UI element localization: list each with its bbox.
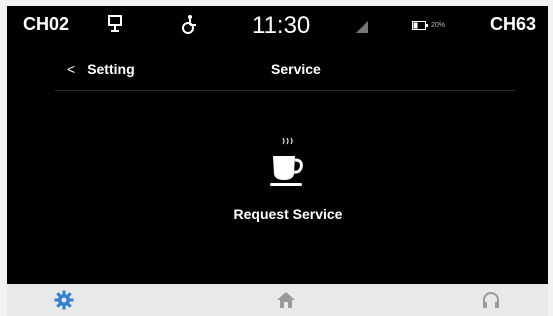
bottom-nav: [7, 284, 548, 316]
back-label: Setting: [87, 61, 135, 77]
clock: 11:30: [252, 12, 311, 39]
channel-left: CH02: [23, 14, 70, 34]
monitor-icon: [107, 15, 123, 38]
back-arrow-icon: <: [67, 61, 76, 77]
main-screen: CH02 11:30 20% CH63 < Setting Service Re…: [7, 6, 548, 284]
accessibility-icon: [179, 14, 199, 39]
battery-indicator: 20%: [412, 21, 445, 30]
battery-icon: [412, 21, 428, 30]
back-button[interactable]: < Setting: [67, 61, 135, 77]
gear-icon[interactable]: [54, 290, 74, 315]
coffee-cup-icon: [269, 137, 307, 195]
page-title: Service: [271, 61, 321, 77]
home-icon[interactable]: [276, 290, 296, 315]
divider: [55, 90, 515, 91]
status-bar: CH02 11:30 20% CH63: [7, 6, 548, 44]
battery-percent: 20%: [431, 22, 446, 29]
signal-icon: [356, 20, 368, 38]
headphones-icon[interactable]: [481, 290, 501, 315]
request-service-label: Request Service: [233, 206, 343, 222]
request-service-button[interactable]: Request Service: [203, 136, 373, 236]
channel-right: CH63: [489, 14, 536, 34]
nav-row: < Setting Service: [7, 61, 548, 87]
